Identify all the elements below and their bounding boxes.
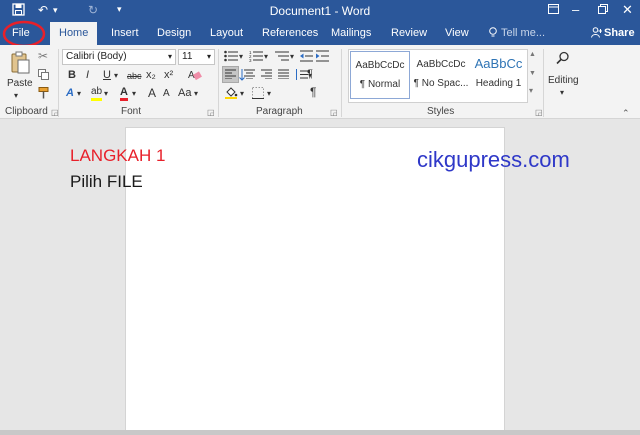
annotation-step-label: LANGKAH 1 (70, 146, 166, 165)
ribbon-home: Paste ▾ ✂ Clipboard ◲ Calibri (Body) ▾ 1… (0, 45, 640, 119)
font-color-dropdown-icon[interactable]: ▾ (132, 88, 136, 100)
paste-icon[interactable] (10, 51, 30, 78)
paragraph-group-label: Paragraph (256, 106, 303, 117)
styles-scroll-up-icon[interactable]: ▲ (529, 49, 536, 61)
style-preview: AaBbCcDc (416, 59, 466, 70)
font-size-dropdown[interactable]: 11 ▾ (178, 49, 215, 65)
style-heading-1[interactable]: AaBbCc Heading 1 (471, 51, 526, 99)
change-case-button[interactable]: Aa (178, 87, 191, 99)
strikethrough-button[interactable]: abc (127, 70, 142, 82)
chevron-down-icon: ▾ (206, 52, 211, 61)
style-preview: AaBbCcDc (355, 60, 405, 71)
styles-scroll-down-icon[interactable]: ▼ (529, 68, 536, 80)
style-no-spacing[interactable]: AaBbCcDc ¶ No Spac... (412, 51, 470, 99)
annotation-instruction: Pilih FILE (70, 172, 143, 191)
paragraph-launcher-icon[interactable]: ◲ (330, 107, 338, 119)
underline-button[interactable]: U (103, 69, 111, 81)
borders-icon[interactable] (252, 87, 264, 102)
shading-icon[interactable] (225, 87, 238, 102)
grow-font-button[interactable]: A (148, 87, 156, 99)
format-painter-icon[interactable] (38, 87, 49, 102)
highlight-icon[interactable]: ab (91, 86, 103, 101)
font-name-dropdown[interactable]: Calibri (Body) ▾ (62, 49, 176, 65)
show-hide-icon[interactable]: ¶ (310, 86, 316, 98)
style-normal[interactable]: AaBbCcDc ¶ Normal (350, 51, 410, 99)
decrease-indent-icon[interactable] (300, 50, 313, 65)
paste-dropdown-icon[interactable]: ▾ (14, 90, 18, 102)
styles-group-label: Styles (427, 106, 455, 117)
line-spacing-dropdown-icon[interactable]: ▾ (308, 70, 312, 82)
brand-watermark: cikgupress.com (417, 147, 570, 172)
search-icon[interactable] (556, 51, 570, 68)
styles-more-icon[interactable]: ▾ (529, 85, 533, 97)
chevron-down-icon: ▾ (167, 52, 172, 61)
subscript-button[interactable]: x₂ (146, 69, 156, 81)
numbering-dropdown-icon[interactable]: ▾ (264, 51, 268, 63)
copy-icon[interactable] (38, 69, 49, 83)
text-effects-icon[interactable]: A (66, 87, 74, 99)
paste-label[interactable]: Paste (7, 78, 33, 90)
divider (543, 49, 544, 117)
document-page[interactable] (125, 127, 505, 435)
style-preview: AaBbCc (474, 56, 523, 71)
change-case-dropdown-icon[interactable]: ▾ (194, 88, 198, 100)
font-color-icon[interactable]: A (120, 86, 128, 101)
divider (341, 49, 342, 117)
editing-button[interactable]: Editing (548, 75, 579, 87)
multilevel-list-icon[interactable] (275, 50, 289, 65)
justify-icon[interactable] (278, 69, 289, 82)
collapse-ribbon-icon[interactable]: ⌃ (622, 107, 630, 119)
font-name-value: Calibri (Body) (66, 51, 127, 62)
text-effects-dropdown-icon[interactable]: ▾ (77, 88, 81, 100)
align-right-icon[interactable] (261, 69, 272, 82)
bullets-icon[interactable] (224, 50, 238, 65)
svg-text:3: 3 (249, 58, 252, 62)
style-name: Heading 1 (475, 78, 522, 89)
multilevel-dropdown-icon[interactable]: ▾ (290, 51, 294, 63)
numbering-icon[interactable]: 123 (249, 50, 263, 65)
underline-dropdown-icon[interactable]: ▾ (114, 70, 118, 82)
line-spacing-icon[interactable] (295, 69, 308, 83)
italic-button[interactable]: I (86, 69, 89, 81)
divider (218, 49, 219, 117)
align-center-icon[interactable] (244, 69, 255, 82)
highlight-dropdown-icon[interactable]: ▾ (104, 88, 108, 100)
annotation-circle (2, 20, 46, 48)
increase-indent-icon[interactable] (316, 50, 329, 65)
superscript-button[interactable]: x² (164, 69, 173, 81)
clipboard-group-label: Clipboard (5, 106, 48, 117)
font-group-label: Font (121, 106, 142, 117)
borders-dropdown-icon[interactable]: ▾ (267, 88, 271, 100)
clear-formatting-icon[interactable]: A (188, 68, 202, 84)
style-name: ¶ Normal (359, 79, 401, 90)
font-launcher-icon[interactable]: ◲ (207, 107, 215, 119)
style-name: ¶ No Spac... (413, 78, 469, 89)
font-size-value: 11 (182, 51, 193, 62)
shading-dropdown-icon[interactable]: ▾ (240, 88, 244, 100)
align-left-icon[interactable] (225, 69, 236, 82)
styles-launcher-icon[interactable]: ◲ (535, 107, 543, 119)
cut-icon[interactable]: ✂ (38, 50, 48, 62)
shrink-font-button[interactable]: A (163, 88, 170, 100)
divider (58, 49, 59, 117)
status-bar (0, 430, 640, 435)
bullets-dropdown-icon[interactable]: ▾ (239, 51, 243, 63)
bold-button[interactable]: B (68, 69, 76, 81)
editing-dropdown-icon[interactable]: ▾ (560, 87, 564, 99)
